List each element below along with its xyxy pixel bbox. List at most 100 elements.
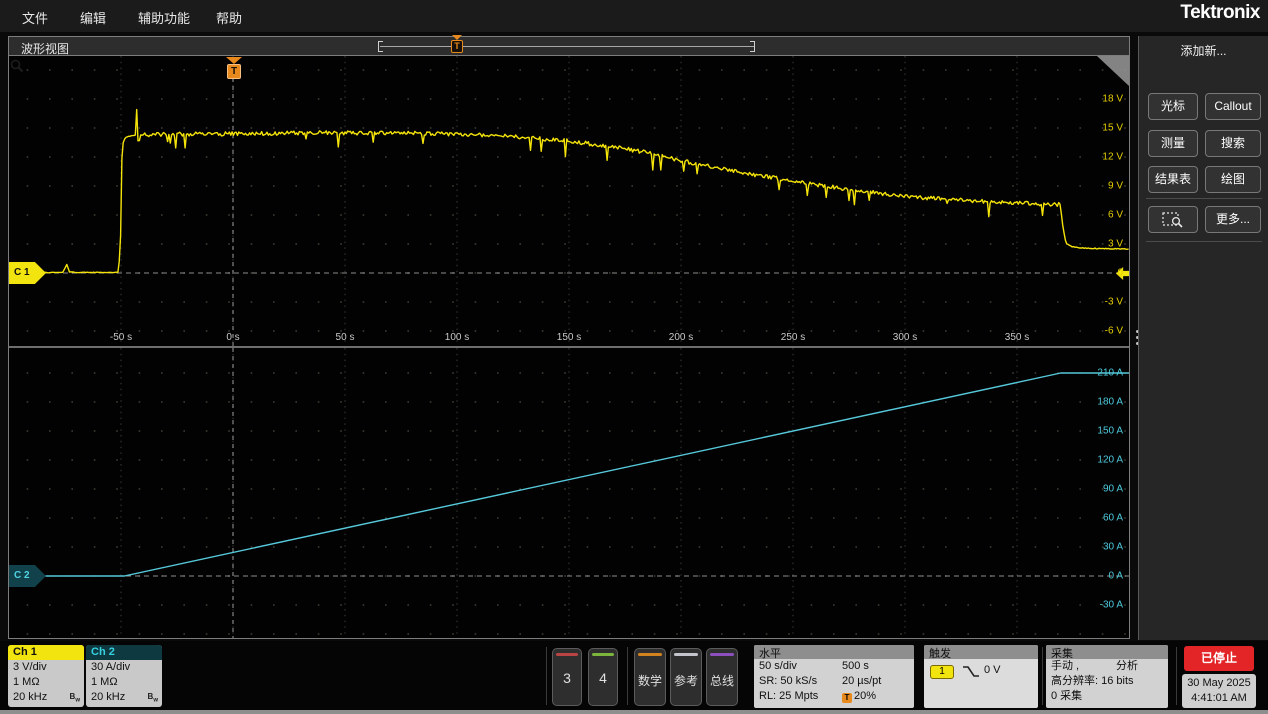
minimap-line [380,46,755,47]
channel-button-4[interactable]: 4 [588,648,618,706]
area-zoom-icon [1162,212,1183,228]
acquisition-panel-title: 采集 [1046,645,1168,660]
ch1-axis-label: 6 V [1107,209,1123,221]
button-color-stripe [638,653,662,656]
acquisition-panel[interactable]: 采集 手动 , 分析 高分辨率: 16 bits 0 采集 [1046,645,1168,708]
ch1-axis-label: 18 V [1102,93,1123,105]
graticule-ch2[interactable]: C 2 210 A 180 A 150 A 120 A 90 A 60 A 30 A0 A-… [9,348,1129,638]
sidebar-divider [1146,198,1262,199]
sidebar-title: 添加新... [1180,44,1227,58]
trigger-source-badge: 1 [930,665,954,679]
falling-edge-icon [963,666,979,677]
bottom-status-bar: Ch 1 3 V/div 1 MΩ 20 kHz Bw Ch 2 30 A/di… [0,641,1268,710]
time-axis-label: 0 s [226,332,240,343]
minimap-trigger-marker[interactable]: T [450,35,464,57]
trigger-position-triangle-icon [226,57,242,64]
trigger-position-badge[interactable]: T [227,64,241,79]
ch1-axis-label: -6 V [1104,325,1123,337]
time-axis-label: -50 s [109,332,133,343]
ch2-axis-label: 120 A [1097,454,1123,466]
ch2-axis-label: -30 A [1099,599,1123,611]
ch2-impedance: 1 MΩ [91,676,118,688]
bus-button[interactable]: 总线 [706,648,738,706]
horizontal-scale: 50 s/div [759,660,797,672]
time-axis-label: 200 s [668,332,694,343]
area-zoom-button[interactable] [1148,206,1198,233]
ch2-bw-limit-icon: Bw [147,692,158,704]
channel-button-label: 3 [563,670,571,686]
time-axis-label: 250 s [780,332,806,343]
more-button[interactable]: 更多... [1205,206,1261,233]
math-button[interactable]: 数学 [634,648,666,706]
tektronix-logo: Tektronix [1180,2,1260,23]
button-color-stripe [674,653,698,656]
ch2-badge[interactable]: Ch 2 30 A/div 1 MΩ 20 kHz Bw [86,645,162,707]
ch1-badge-name: Ch 1 [8,645,84,660]
time-axis-label: 50 s [335,332,355,343]
ch2-axis-label: 60 A [1102,512,1123,524]
horizontal-panel[interactable]: 水平 50 s/div 500 s SR: 50 kS/s 20 µs/pt RL:… [754,645,914,708]
horizontal-panel-title: 水平 [754,645,914,660]
graticule-ch1[interactable]: T C 1 18 V 15 V 12 V9 V6 V3 V 0 -3 V -6 V -50… [9,56,1129,346]
sidebar-button-2[interactable]: Callout [1205,93,1261,120]
date-text: 30 May 2025 [1187,677,1251,689]
button-label: 总线 [709,674,734,688]
trigger-panel[interactable]: 触发 1 0 V [924,645,1038,708]
time-text: 4:41:01 AM [1191,692,1247,704]
magnifier-icon [10,59,24,73]
ch1-axis-label: 9 V [1107,180,1123,192]
ch2-axis-label: 210 A [1097,367,1123,379]
button-label: 数学 [637,674,662,688]
waveform-view-title: 波形视图 [21,42,70,56]
menu-item-1[interactable]: 文件 [22,8,48,27]
divider [546,647,547,705]
ch2-axis-label: 30 A [1102,541,1123,553]
sidebar-divider [1146,241,1262,242]
ref-button[interactable]: 参考 [670,648,702,706]
button-color-stripe [710,653,734,656]
ch1-axis-label: 0 [1117,267,1123,279]
menu-item-2[interactable]: 编辑 [80,8,106,27]
acquisition-minimap[interactable]: T [372,35,764,57]
sidebar-button-5[interactable]: 结果表 [1148,166,1198,193]
acquisition-count: 0 采集 [1051,690,1083,702]
channel-color-stripe [592,653,614,656]
time-axis-label: 100 s [444,332,470,343]
channel-button-label: 4 [599,670,607,686]
ch1-axis-label: 15 V [1102,122,1123,134]
oscilloscope-app: 文件 编辑 辅助功能 帮助 Tektronix 波形视图 T T C 1 18 V 15… [0,0,1268,714]
menu-item-3[interactable]: 辅助功能 [138,8,190,27]
sample-rate: SR: 50 kS/s [759,675,818,687]
ch2-axis-label: 150 A [1097,425,1123,437]
ch1-plot [9,56,1129,346]
channel-button-3[interactable]: 3 [552,648,582,706]
ch1-bw-limit-icon: Bw [69,692,80,704]
trigger-position-icon: T [842,693,852,703]
sidebar-button-4[interactable]: 搜索 [1205,130,1261,157]
minimap-right-bracket [750,41,755,52]
time-axis-label: 350 s [1004,332,1030,343]
menu-item-4[interactable]: 帮助 [216,8,242,27]
ch1-scale: 3 V/div [13,661,47,673]
datetime-display: 30 May 2025 4:41:01 AM [1182,674,1256,708]
ch2-axis-label: 90 A [1102,483,1123,495]
sidebar-button-1[interactable]: 光标 [1148,93,1198,120]
sample-interval: 20 µs/pt [842,675,882,687]
ch1-axis-label: 3 V [1107,238,1123,250]
ch2-plot [9,348,1129,638]
bottom-edge-strip [0,710,1268,714]
ch1-badge[interactable]: Ch 1 3 V/div 1 MΩ 20 kHz Bw [8,645,84,707]
divider [1176,647,1177,705]
ch2-axis-label: 0 A [1108,570,1123,582]
acquisition-mode: 手动 , [1051,660,1080,672]
ch2-axis-label: 180 A [1097,396,1123,408]
minimap-trigger-t-icon: T [451,40,463,53]
menu-bar: 文件 编辑 辅助功能 帮助 Tektronix [0,0,1268,32]
run-stop-button[interactable]: 已停止 [1184,646,1254,671]
sidebar-button-6[interactable]: 绘图 [1205,166,1261,193]
trigger-level-value: 0 V [984,664,1001,676]
record-length: RL: 25 Mpts [759,690,819,702]
divider [1042,647,1043,705]
sidebar-button-3[interactable]: 测量 [1148,130,1198,157]
acquisition-analyze: 分析 [1116,660,1138,672]
